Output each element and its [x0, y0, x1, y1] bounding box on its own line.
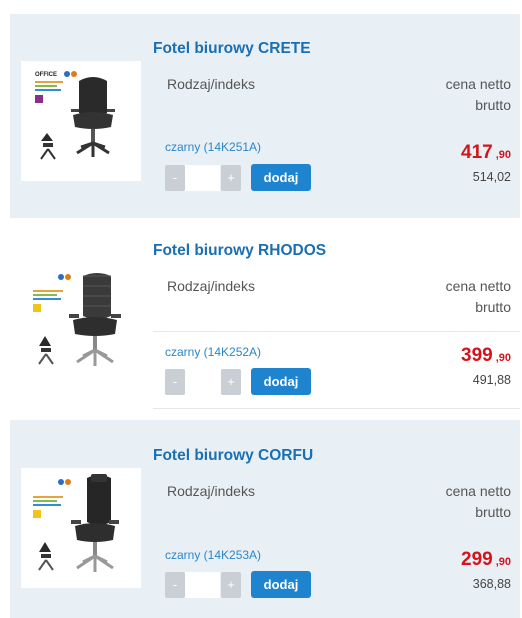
row-divider [153, 331, 520, 332]
increase-quantity-button[interactable]: + [221, 165, 241, 191]
product-card: OFFICE Fotel biurowy CRETE Rodzaj/indeks… [10, 14, 520, 218]
add-to-cart-button[interactable]: dodaj [251, 164, 311, 191]
product-image[interactable] [21, 264, 141, 384]
product-image[interactable]: OFFICE [21, 61, 141, 181]
net-price: 299,90 [461, 549, 511, 571]
variant-label: Rodzaj/indeks [167, 278, 255, 294]
net-price-main: 417 [461, 142, 493, 163]
net-price-label: cena netto [445, 483, 511, 499]
variant-link[interactable]: czarny (14K253A) [165, 548, 261, 562]
quantity-input[interactable] [185, 165, 220, 191]
brand-logo-text: OFFICE [35, 72, 57, 78]
office-chair-image [21, 468, 141, 588]
increase-quantity-button[interactable]: + [221, 572, 241, 598]
product-card: Fotel biurowy CORFU Rodzaj/indeks cena n… [10, 420, 520, 618]
row-divider [153, 408, 520, 409]
gross-price-label: brutto [475, 97, 511, 113]
decrease-quantity-button[interactable]: - [165, 369, 185, 395]
price-header: cena netto brutto [411, 276, 511, 318]
gross-price-label: brutto [475, 504, 511, 520]
gross-price: 491,88 [472, 373, 511, 387]
variant-link[interactable]: czarny (14K252A) [165, 345, 261, 359]
quantity-stepper: - + [165, 165, 265, 191]
net-price: 417,90 [461, 142, 511, 164]
quantity-input[interactable] [185, 369, 220, 395]
net-price-label: cena netto [445, 278, 511, 294]
net-price-cents: ,90 [495, 556, 511, 568]
quantity-stepper: - + [165, 572, 265, 598]
variant-link[interactable]: czarny (14K251A) [165, 140, 261, 154]
net-price-label: cena netto [445, 76, 511, 92]
variant-label: Rodzaj/indeks [167, 76, 255, 92]
gross-price-label: brutto [475, 299, 511, 315]
add-to-cart-button[interactable]: dodaj [251, 368, 311, 395]
decrease-quantity-button[interactable]: - [165, 572, 185, 598]
net-price-main: 399 [461, 345, 493, 366]
add-to-cart-button[interactable]: dodaj [251, 571, 311, 598]
product-card: Fotel biurowy RHODOS Rodzaj/indeks cena … [10, 218, 520, 414]
price-header: cena netto brutto [411, 481, 511, 523]
quantity-input[interactable] [185, 572, 220, 598]
decrease-quantity-button[interactable]: - [165, 165, 185, 191]
price-header: cena netto brutto [411, 74, 511, 116]
office-chair-image [21, 264, 141, 384]
product-title[interactable]: Fotel biurowy CORFU [153, 447, 313, 465]
net-price-cents: ,90 [495, 352, 511, 364]
product-image[interactable] [21, 468, 141, 588]
product-title[interactable]: Fotel biurowy CRETE [153, 40, 311, 58]
gross-price: 514,02 [472, 170, 511, 184]
net-price: 399,90 [461, 345, 511, 367]
gross-price: 368,88 [472, 577, 511, 591]
office-chair-image: OFFICE [21, 61, 141, 181]
increase-quantity-button[interactable]: + [221, 369, 241, 395]
net-price-cents: ,90 [495, 149, 511, 161]
net-price-main: 299 [461, 549, 493, 570]
product-title[interactable]: Fotel biurowy RHODOS [153, 242, 326, 260]
quantity-stepper: - + [165, 369, 265, 395]
variant-label: Rodzaj/indeks [167, 483, 255, 499]
